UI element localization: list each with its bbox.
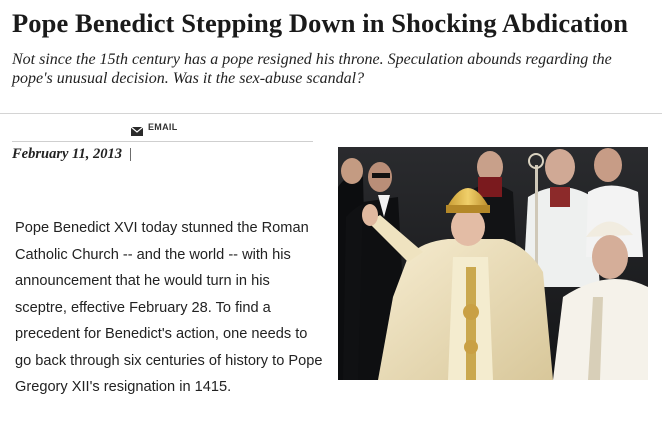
article-date: February 11, 2013 <box>12 146 122 162</box>
email-share-button[interactable]: EMAIL <box>130 120 178 136</box>
envelope-icon <box>130 123 144 136</box>
article-dek: Not since the 15th century has a pope re… <box>12 51 612 87</box>
email-label: EMAIL <box>148 122 178 132</box>
article-headline: Pope Benedict Stepping Down in Shocking … <box>12 8 629 38</box>
date-separator: | <box>128 146 132 162</box>
dateline-divider <box>12 141 313 142</box>
article-body: Pope Benedict XVI today stunned the Roma… <box>15 220 323 395</box>
dateline: February 11, 2013 | <box>12 146 132 166</box>
article-photo <box>338 147 648 380</box>
top-divider <box>0 113 662 114</box>
